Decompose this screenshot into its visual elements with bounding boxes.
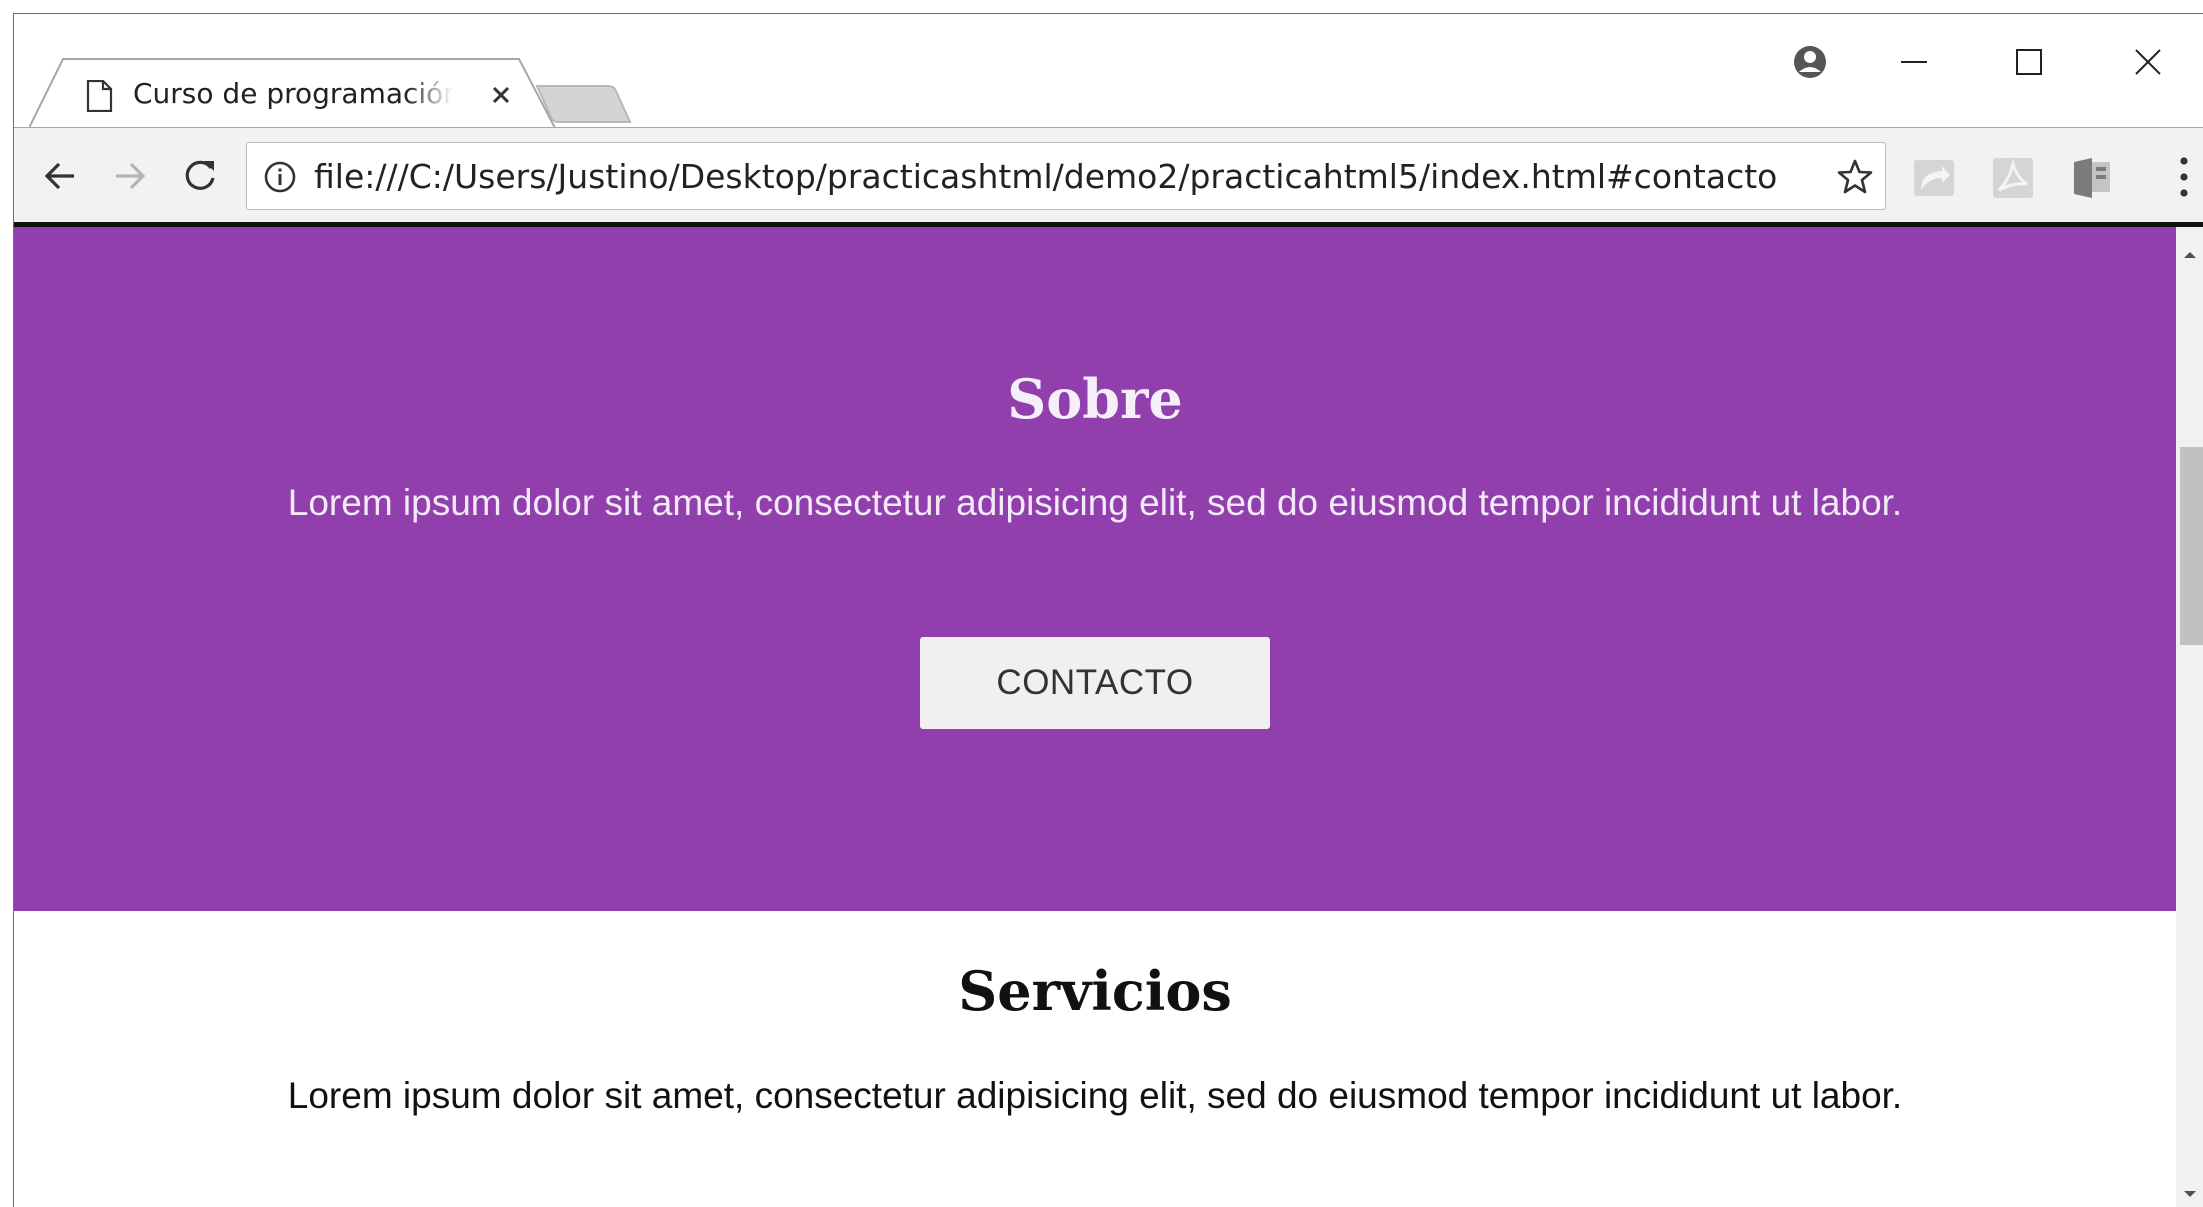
sobre-section: Sobre Lorem ipsum dolor sit amet, consec… <box>14 227 2176 911</box>
back-arrow-icon[interactable] <box>32 148 88 204</box>
page-viewport: Sobre Lorem ipsum dolor sit amet, consec… <box>14 227 2176 1207</box>
minimize-icon[interactable] <box>1884 32 1944 92</box>
tab-strip: Curso de programación web <box>14 14 2203 129</box>
address-bar[interactable]: file:///C:/Users/Justino/Desktop/practic… <box>246 142 1886 210</box>
sobre-paragraph: Lorem ipsum dolor sit amet, consectetur … <box>287 482 1903 523</box>
document-icon <box>86 80 113 112</box>
servicios-heading: Servicios <box>958 959 1232 1023</box>
cast-extension-icon[interactable] <box>1912 156 1956 200</box>
maximize-icon[interactable] <box>1999 32 2059 92</box>
browser-toolbar: file:///C:/Users/Justino/Desktop/practic… <box>14 128 2203 230</box>
scroll-down-arrow-icon[interactable] <box>2176 1182 2203 1206</box>
info-icon[interactable] <box>263 160 297 194</box>
reader-extension-icon[interactable] <box>2070 156 2114 200</box>
window-close-icon[interactable] <box>2118 32 2178 92</box>
star-icon[interactable] <box>1835 157 1875 197</box>
servicios-paragraph: Lorem ipsum dolor sit amet, consectetur … <box>287 1075 1903 1116</box>
forward-arrow-icon[interactable] <box>102 148 158 204</box>
vertical-scrollbar[interactable] <box>2176 227 2203 1207</box>
scrollbar-thumb[interactable] <box>2180 447 2203 645</box>
tab-active[interactable]: Curso de programación web <box>29 58 556 129</box>
pdf-extension-icon[interactable] <box>1991 156 2035 200</box>
url-text: file:///C:/Users/Justino/Desktop/practic… <box>314 157 1778 196</box>
scroll-up-arrow-icon[interactable] <box>2176 243 2203 267</box>
close-icon[interactable] <box>486 80 516 110</box>
tab-title: Curso de programación web <box>133 77 453 110</box>
sobre-heading: Sobre <box>1007 367 1183 431</box>
contacto-button[interactable]: CONTACTO <box>920 637 1270 729</box>
new-tab-icon[interactable] <box>534 82 638 128</box>
account-icon[interactable] <box>1780 32 1840 92</box>
more-vert-icon[interactable] <box>2164 152 2203 202</box>
browser-window: Curso de programación web <box>13 13 2203 1207</box>
reload-icon[interactable] <box>172 148 228 204</box>
